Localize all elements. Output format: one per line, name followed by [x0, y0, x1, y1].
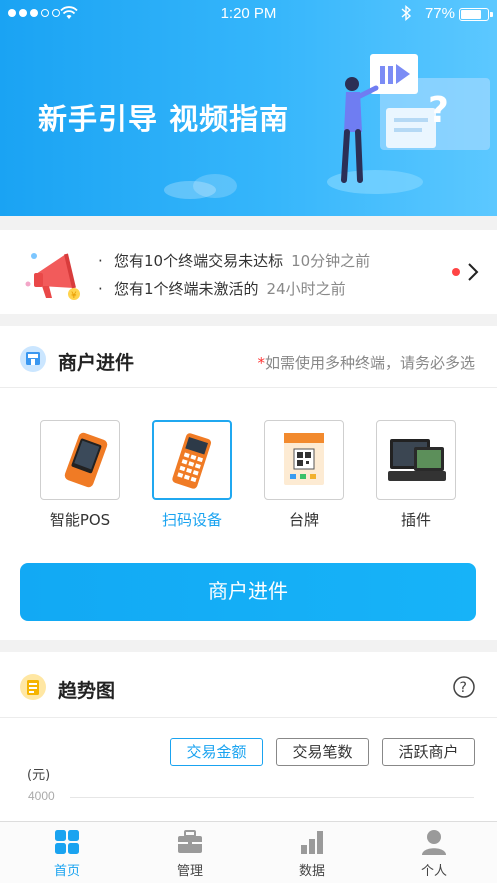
banner-title: 新手引导 视频指南: [38, 102, 290, 136]
video-guide-illustration: ?: [327, 54, 490, 194]
notice-text: 您有10个终端交易未达标: [114, 252, 284, 270]
svg-text:?: ?: [428, 90, 449, 131]
header-banner[interactable]: 1:20 PM 77% 新手引导 视频指南 ?: [0, 0, 497, 216]
terminal-label: 台牌: [288, 511, 319, 529]
y-axis-tick: 4000: [28, 789, 55, 803]
section-header: 趋势图 ?: [0, 652, 497, 718]
plugin-device-icon: [388, 439, 446, 481]
merchant-icon: [20, 346, 46, 372]
battery-percent: 77%: [424, 5, 455, 22]
grid-line: [70, 797, 474, 798]
notice-panel[interactable]: ¥ · 您有10个终端交易未达标 10分钟之前 · 您有1个终端未激活的 24小时之前: [0, 230, 497, 314]
filter-transaction-count[interactable]: 交易笔数: [276, 738, 369, 766]
scanner-device-icon: [172, 433, 212, 489]
tab-profile[interactable]: 个人: [372, 822, 496, 883]
tab-manage[interactable]: 管理: [128, 822, 252, 883]
section-header: 商户进件 *如需使用多种终端，请务必多选: [0, 326, 497, 388]
home-grid-icon: [55, 830, 79, 854]
section-title: 商户进件: [58, 352, 135, 374]
section-note: *如需使用多种终端，请务必多选: [257, 354, 475, 372]
trend-icon: [20, 674, 46, 700]
trend-section: 趋势图 ? 交易金额 交易笔数 活跃商户 (元) 4000: [0, 652, 497, 822]
filter-transaction-amount[interactable]: 交易金额: [170, 738, 263, 766]
briefcase-icon: [178, 830, 202, 853]
tab-label: 管理: [176, 864, 203, 879]
table-card-icon: [284, 433, 324, 485]
notice-item[interactable]: · 您有1个终端未激活的 24小时之前: [98, 278, 346, 299]
merchant-onboarding-section: 商户进件 *如需使用多种终端，请务必多选 智能POS 扫码设备 台牌 插件 商户…: [0, 326, 497, 640]
chevron-right-icon[interactable]: [466, 262, 480, 282]
terminal-label: 扫码设备: [161, 511, 222, 529]
unread-dot: [452, 268, 460, 276]
help-icon[interactable]: ?: [453, 676, 475, 698]
terminal-option-table-card[interactable]: 台牌: [264, 420, 344, 530]
tab-data[interactable]: 数据: [250, 822, 374, 883]
battery-icon: [459, 8, 489, 21]
bottom-tab-bar: 首页 管理 数据 个人: [0, 821, 497, 883]
tab-label: 首页: [53, 864, 80, 879]
person-icon: [422, 830, 446, 855]
bluetooth-icon: [401, 4, 412, 22]
notice-time: 24小时之前: [266, 280, 346, 298]
section-title: 趋势图: [58, 680, 116, 702]
notice-time: 10分钟之前: [291, 252, 371, 270]
y-axis-unit: (元): [27, 768, 51, 783]
terminal-option-smart-pos[interactable]: 智能POS: [40, 420, 120, 530]
bar-chart-icon: [301, 831, 323, 854]
terminal-option-scanner[interactable]: 扫码设备: [152, 420, 232, 530]
tab-home[interactable]: 首页: [5, 822, 129, 883]
status-bar: 1:20 PM 77%: [0, 0, 497, 28]
terminal-option-plugin[interactable]: 插件: [376, 420, 456, 530]
merchant-onboarding-button[interactable]: 商户进件: [20, 563, 476, 621]
terminal-label: 插件: [400, 511, 431, 529]
status-time: 1:20 PM: [220, 5, 277, 22]
terminal-label: 智能POS: [49, 511, 111, 529]
notice-text: 您有1个终端未激活的: [114, 280, 259, 298]
svg-text:¥: ¥: [71, 291, 77, 301]
battery-tip: [490, 12, 493, 17]
cloud-decoration: [164, 174, 237, 199]
smart-pos-icon: [64, 432, 108, 488]
tab-label: 数据: [298, 864, 325, 879]
megaphone-icon: ¥: [25, 253, 80, 301]
filter-active-merchants[interactable]: 活跃商户: [382, 738, 475, 766]
svg-text:?: ?: [460, 680, 467, 696]
tab-label: 个人: [420, 864, 447, 879]
notice-item[interactable]: · 您有10个终端交易未达标 10分钟之前: [98, 250, 370, 271]
